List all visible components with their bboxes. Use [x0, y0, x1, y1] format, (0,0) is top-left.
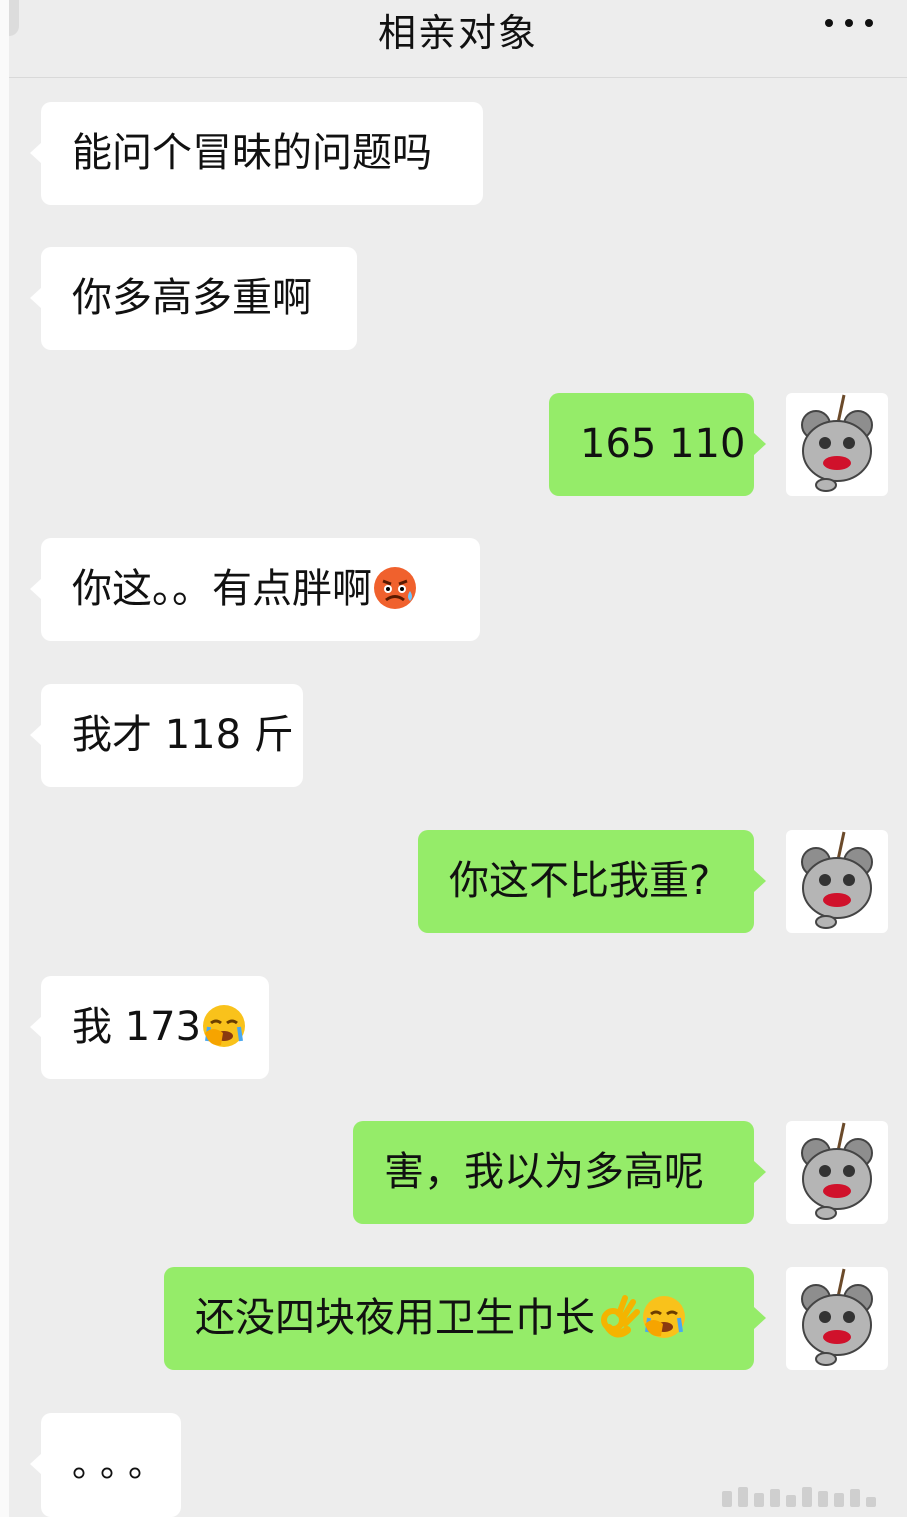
message-bubble-outgoing[interactable]: 害，我以为多高呢: [353, 1121, 766, 1224]
chat-header: 相亲对象: [9, 0, 907, 78]
ok-hand-emoji-icon: [595, 1294, 641, 1340]
message-bubble-outgoing[interactable]: 你这不比我重?: [418, 830, 766, 933]
message-text: 。。。: [72, 1444, 175, 1485]
message-text: 165 110: [580, 421, 746, 467]
more-dots-icon[interactable]: [825, 8, 873, 38]
message-text: 你多高多重啊: [72, 275, 312, 321]
facepalm-cry-emoji-icon: [641, 1294, 687, 1340]
screen-left-edge: [0, 0, 9, 1517]
message-text: 你这不比我重?: [449, 858, 711, 904]
message-bubble-incoming[interactable]: 能问个冒昧的问题吗: [30, 102, 483, 205]
angry-sweat-emoji-icon: [372, 565, 418, 611]
mouse-sticker-avatar-icon[interactable]: [786, 393, 888, 496]
mouse-sticker-avatar-icon[interactable]: [786, 830, 888, 933]
message-text: 还没四块夜用卫生巾长: [195, 1295, 595, 1341]
message-text: 害，我以为多高呢: [384, 1149, 704, 1195]
message-text: 你这。。有点胖啊: [72, 566, 372, 612]
message-bubble-incoming[interactable]: 我 173: [30, 976, 269, 1079]
mouse-sticker-avatar-icon[interactable]: [786, 1267, 888, 1370]
message-text: 我 173: [72, 1004, 202, 1050]
back-button-edge[interactable]: [9, 0, 19, 36]
message-bubble-incoming[interactable]: 你这。。有点胖啊: [30, 538, 480, 641]
chat-title: 相亲对象: [377, 11, 538, 55]
message-bubble-outgoing[interactable]: 还没四块夜用卫生巾长: [164, 1267, 766, 1370]
mouse-sticker-avatar-icon[interactable]: [786, 1121, 888, 1224]
message-text: 能问个冒昧的问题吗: [72, 130, 432, 176]
message-text: 我才 118 斤: [72, 712, 294, 758]
message-bubble-incoming[interactable]: 我才 118 斤: [30, 684, 303, 787]
facepalm-cry-emoji-icon: [201, 1003, 247, 1049]
watermark: [722, 1487, 900, 1507]
message-bubble-incoming[interactable]: 。。。: [30, 1413, 181, 1517]
message-bubble-incoming[interactable]: 你多高多重啊: [30, 247, 357, 350]
message-bubble-outgoing[interactable]: 165 110: [549, 393, 766, 496]
